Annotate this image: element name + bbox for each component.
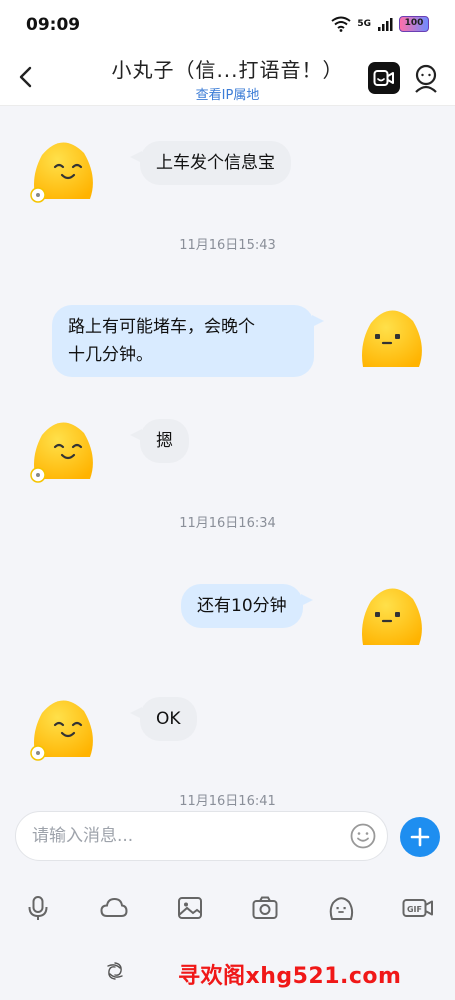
status-time: 09:09	[26, 15, 81, 35]
contact-avatar[interactable]	[28, 137, 96, 205]
wifi-icon	[331, 16, 351, 32]
cloud-icon[interactable]	[100, 894, 128, 922]
message-bubble[interactable]: 路上有可能堵车，会晚个 十几分钟。	[52, 305, 324, 377]
video-call-button[interactable]	[368, 62, 400, 94]
battery-icon: 100	[399, 16, 429, 32]
sticker-icon[interactable]	[327, 894, 355, 922]
network-type: 5G	[357, 19, 371, 29]
plus-icon	[410, 827, 430, 847]
gif-label: GIF	[407, 905, 422, 914]
message-text-line: 十几分钟。	[68, 345, 153, 365]
more-button[interactable]	[400, 817, 440, 857]
status-icons: 5G 100	[331, 16, 429, 32]
message-bubble[interactable]: 上车发个信息宝	[130, 141, 291, 185]
message-bubble[interactable]: OK	[130, 697, 197, 741]
microphone-icon[interactable]	[24, 894, 52, 922]
camera-icon[interactable]	[251, 894, 279, 922]
watermark-text: 寻欢阁xhg521.com	[178, 964, 402, 989]
video-call-icon	[373, 70, 394, 86]
contact-avatar[interactable]	[28, 695, 96, 763]
signal-icon	[378, 18, 393, 31]
my-avatar[interactable]	[357, 583, 425, 651]
chat-list[interactable]: 上车发个信息宝 11月16日15:43 路上有可能堵车，会晚个 十几分钟。 摁 …	[0, 107, 455, 809]
message-input[interactable]	[15, 811, 388, 861]
message-bubble[interactable]: 摁	[130, 419, 189, 463]
chat-header: 小丸子（信...打语音！） 查看IP属地	[0, 50, 455, 106]
input-toolbar: GIF	[0, 894, 455, 924]
message-timestamp: 11月16日15:43	[179, 238, 276, 253]
my-avatar[interactable]	[357, 305, 425, 373]
image-icon[interactable]	[176, 894, 204, 922]
profile-icon[interactable]	[410, 62, 442, 94]
gif-icon[interactable]: GIF	[402, 894, 434, 922]
input-area: GIF 寻欢阁xhg521.com	[0, 808, 455, 1000]
message-text-line: 路上有可能堵车，会晚个	[68, 317, 255, 337]
message-bubble[interactable]: 还有10分钟	[181, 584, 313, 628]
message-timestamp: 11月16日16:34	[179, 516, 276, 531]
emoji-icon[interactable]	[350, 823, 376, 849]
contact-avatar[interactable]	[28, 417, 96, 485]
message-timestamp: 11月16日16:41	[179, 794, 276, 809]
swirl-logo-icon	[107, 962, 123, 980]
status-bar: 09:09 5G 100	[0, 0, 455, 50]
